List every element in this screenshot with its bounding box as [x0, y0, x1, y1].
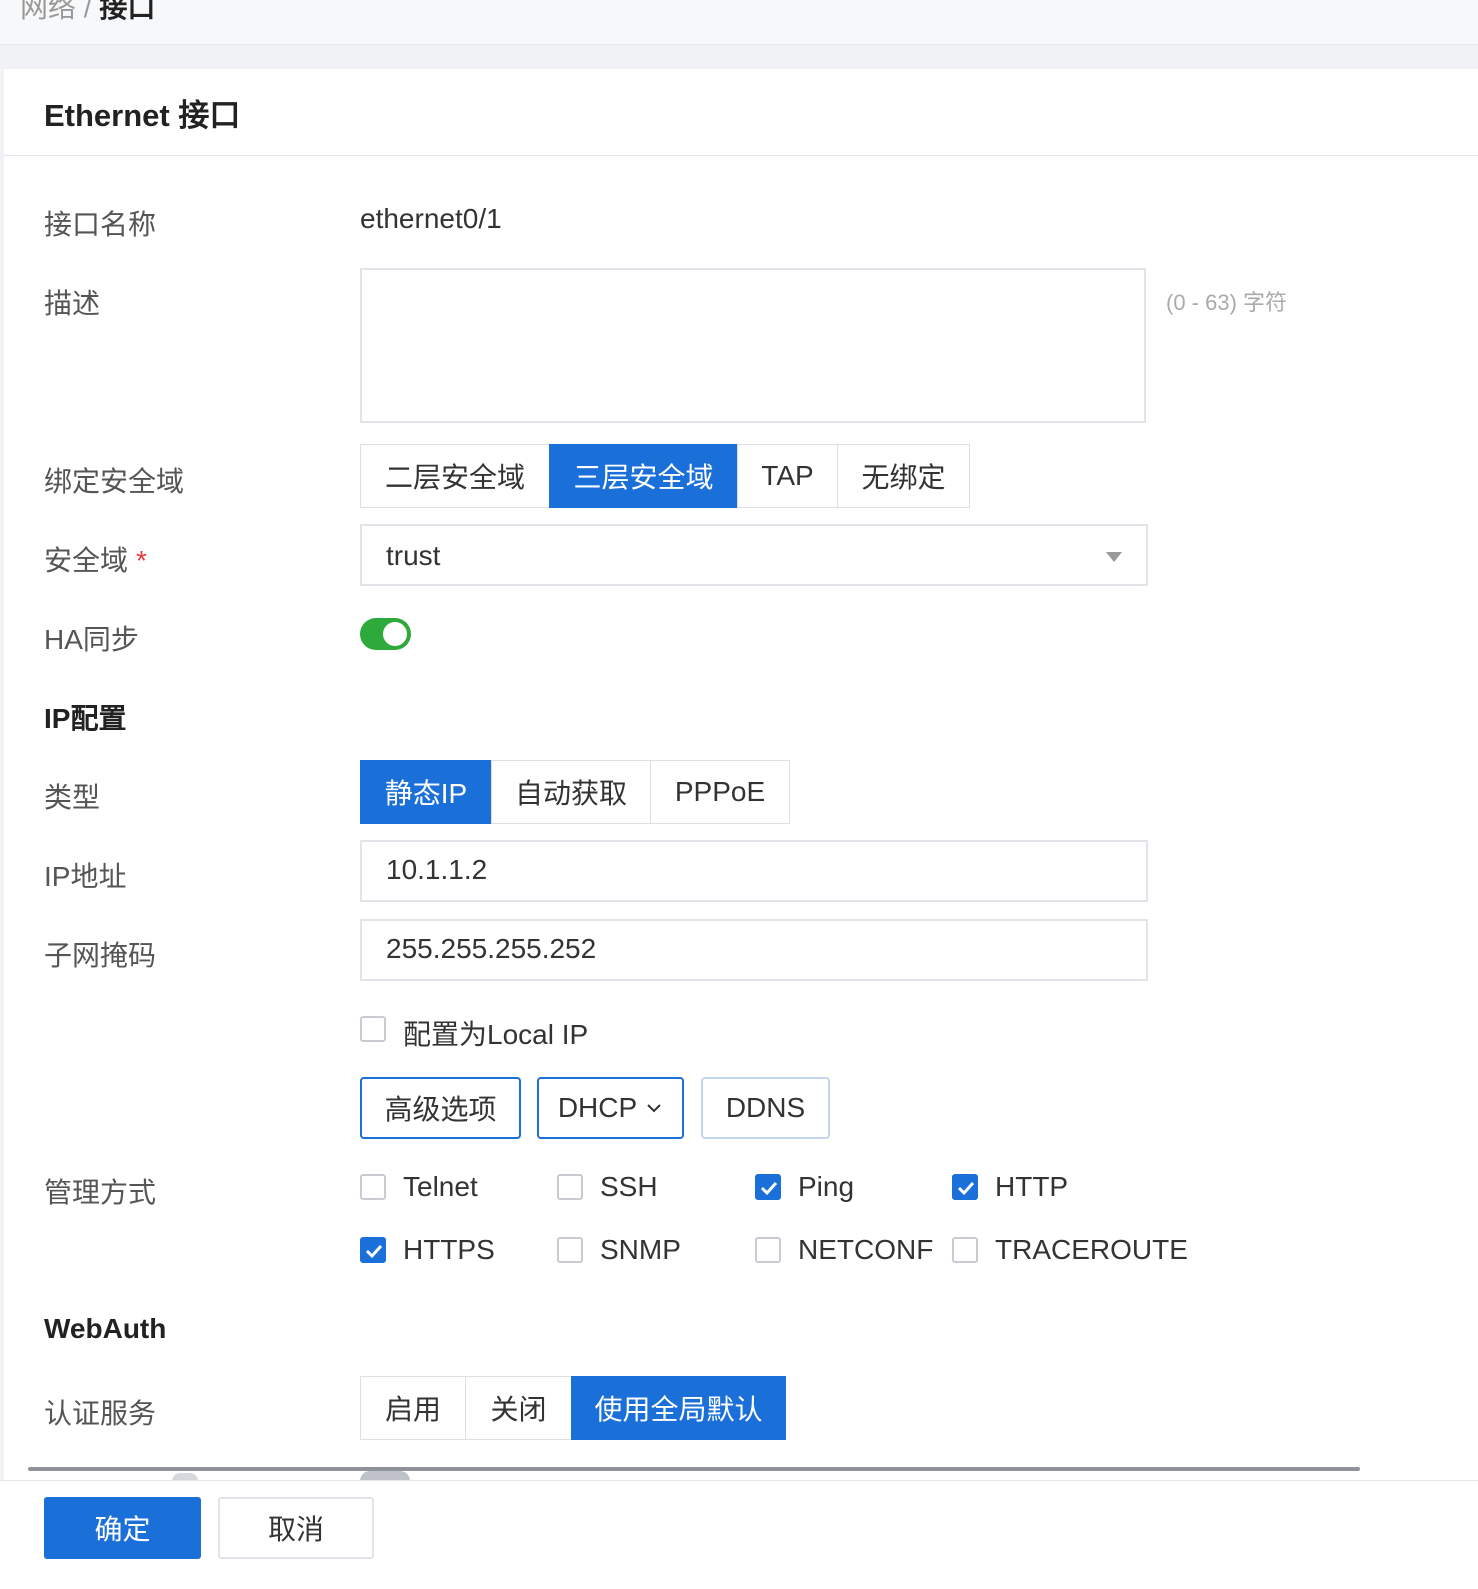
security-zone-label: 安全域 *	[44, 539, 147, 579]
required-marker: *	[136, 545, 147, 576]
toggle-knob	[383, 622, 407, 646]
ip-address-label: IP地址	[44, 861, 127, 892]
local-ip-label[interactable]: 配置为Local IP	[403, 1013, 588, 1053]
check-icon	[365, 1244, 383, 1259]
check-icon	[957, 1181, 975, 1196]
auth-service-global-default[interactable]: 使用全局默认	[571, 1376, 786, 1440]
interface-name-value: ethernet0/1	[360, 203, 502, 234]
mgmt-ssh-checkbox[interactable]	[557, 1174, 583, 1200]
mgmt-traceroute-label[interactable]: TRACEROUTE	[995, 1234, 1188, 1266]
management-label: 管理方式	[44, 1177, 157, 1208]
panel-title: Ethernet 接口	[44, 98, 241, 133]
breadcrumb: 网络 / 接口	[20, 0, 155, 26]
interface-name-label: 接口名称	[44, 209, 157, 240]
top-bar: 网络 / 接口	[0, 0, 1478, 45]
zone-binding-none[interactable]: 无绑定	[837, 444, 970, 508]
webauth-section-title: WebAuth	[44, 1313, 167, 1344]
ip-type-pppoe[interactable]: PPPoE	[650, 760, 790, 824]
subnet-mask-label: 子网掩码	[44, 940, 157, 971]
auth-service-segmented: 启用 关闭 使用全局默认	[360, 1376, 786, 1440]
mgmt-http-label[interactable]: HTTP	[995, 1171, 1068, 1203]
dhcp-button-label: DHCP	[557, 1092, 638, 1123]
ip-type-dhcp[interactable]: 自动获取	[491, 760, 651, 824]
ip-address-value: 10.1.1.2	[386, 854, 488, 885]
mgmt-telnet-label[interactable]: Telnet	[403, 1171, 478, 1203]
mgmt-netconf-label[interactable]: NETCONF	[798, 1234, 933, 1266]
cancel-button[interactable]: 取消	[218, 1497, 374, 1559]
ip-type-segmented: 静态IP 自动获取 PPPoE	[360, 760, 790, 824]
breadcrumb-parent[interactable]: 网络 /	[20, 0, 92, 23]
description-hint: (0 - 63) 字符	[1166, 290, 1288, 315]
ip-config-section-title: IP配置	[44, 703, 127, 734]
ha-sync-toggle[interactable]	[360, 618, 411, 650]
advanced-options-button[interactable]: 高级选项	[360, 1077, 521, 1139]
chevron-down-icon	[647, 1104, 661, 1113]
mgmt-ssh-label[interactable]: SSH	[600, 1171, 658, 1203]
security-zone-value: trust	[386, 540, 441, 571]
mgmt-http-checkbox[interactable]	[952, 1174, 978, 1200]
ip-type-label: 类型	[44, 782, 101, 813]
mgmt-ping-checkbox[interactable]	[755, 1174, 781, 1200]
security-zone-label-text: 安全域	[44, 545, 129, 576]
zone-binding-label: 绑定安全域	[44, 466, 185, 497]
zone-binding-l2[interactable]: 二层安全域	[360, 444, 550, 508]
auth-service-label: 认证服务	[44, 1398, 157, 1429]
check-icon	[760, 1181, 778, 1196]
description-label: 描述	[44, 288, 101, 319]
mgmt-traceroute-checkbox[interactable]	[952, 1237, 978, 1263]
breadcrumb-current: 接口	[99, 0, 156, 23]
mgmt-ping-label[interactable]: Ping	[798, 1171, 854, 1203]
mgmt-telnet-checkbox[interactable]	[360, 1174, 386, 1200]
mgmt-https-label[interactable]: HTTPS	[403, 1234, 495, 1266]
mgmt-https-checkbox[interactable]	[360, 1237, 386, 1263]
zone-binding-l3[interactable]: 三层安全域	[549, 444, 738, 508]
description-textarea[interactable]	[360, 268, 1146, 423]
security-zone-select[interactable]: trust	[360, 524, 1148, 586]
auth-service-disable[interactable]: 关闭	[465, 1376, 572, 1440]
auth-service-enable[interactable]: 启用	[360, 1376, 466, 1440]
subnet-mask-value: 255.255.255.252	[386, 933, 597, 964]
horizontal-scrollbar[interactable]	[28, 1467, 1360, 1471]
caret-down-icon	[1106, 552, 1122, 562]
zone-binding-tap[interactable]: TAP	[737, 444, 838, 508]
local-ip-checkbox[interactable]	[360, 1016, 386, 1042]
mgmt-snmp-label[interactable]: SNMP	[600, 1234, 681, 1266]
ddns-button[interactable]: DDNS	[701, 1077, 830, 1139]
title-divider	[4, 155, 1478, 156]
ip-address-input[interactable]: 10.1.1.2	[360, 840, 1148, 902]
subnet-mask-input[interactable]: 255.255.255.252	[360, 919, 1148, 981]
ha-sync-label: HA同步	[44, 624, 139, 655]
confirm-button[interactable]: 确定	[44, 1497, 201, 1559]
left-gutter	[0, 45, 4, 1588]
dhcp-dropdown-button[interactable]: DHCP	[537, 1077, 684, 1139]
ip-type-static[interactable]: 静态IP	[360, 760, 492, 824]
mgmt-netconf-checkbox[interactable]	[755, 1237, 781, 1263]
zone-binding-segmented: 二层安全域 三层安全域 TAP 无绑定	[360, 444, 970, 508]
mgmt-snmp-checkbox[interactable]	[557, 1237, 583, 1263]
page-gap	[0, 45, 1478, 69]
